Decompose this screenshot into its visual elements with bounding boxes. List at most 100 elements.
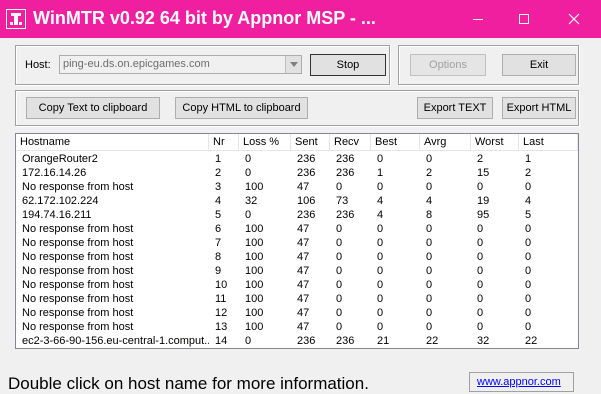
cell-loss: 100	[245, 251, 264, 263]
table-row[interactable]: No response from host 12 100 47 0 0 0 0 …	[16, 306, 578, 320]
column-header-nr[interactable]: Nr	[209, 134, 239, 151]
options-button[interactable]: Options	[410, 54, 486, 76]
cell-worst: 95	[477, 209, 490, 221]
cell-recv: 73	[336, 195, 349, 207]
table-row[interactable]: ec2-3-66-90-156.eu-central-1.comput... 1…	[16, 334, 578, 348]
column-header-hostname[interactable]: Hostname	[16, 134, 209, 151]
column-header-worst[interactable]: Worst	[471, 134, 519, 151]
cell-recv: 0	[336, 223, 343, 235]
cell-avrg: 0	[426, 279, 433, 291]
cell-worst: 0	[477, 279, 484, 291]
table-row[interactable]: 172.16.14.26 2 0 236 236 1 2 15 2	[16, 166, 578, 180]
minimize-button[interactable]	[455, 0, 501, 38]
cell-best: 21	[377, 335, 390, 347]
cell-last: 4	[525, 195, 532, 207]
dropdown-arrow-icon[interactable]	[285, 56, 301, 73]
cell-loss: 0	[245, 167, 252, 179]
copy-html-button[interactable]: Copy HTML to clipboard	[175, 97, 308, 119]
cell-loss: 100	[245, 237, 264, 249]
cell-hostname: No response from host	[22, 265, 134, 277]
column-header-loss[interactable]: Loss %	[239, 134, 291, 151]
cell-hostname: No response from host	[22, 181, 134, 193]
cell-recv: 0	[336, 307, 343, 319]
exit-button[interactable]: Exit	[502, 54, 576, 76]
cell-nr: 2	[215, 167, 222, 179]
cell-last: 1	[525, 153, 532, 165]
table-header: Hostname Nr Loss % Sent Recv Best Avrg W…	[16, 134, 578, 151]
column-header-best[interactable]: Best	[371, 134, 420, 151]
column-header-last[interactable]: Last	[519, 134, 578, 151]
table-row[interactable]: 194.74.16.211 5 0 236 236 4 8 95 5	[16, 208, 578, 222]
window-title: WinMTR v0.92 64 bit by Appnor MSP - ...	[33, 8, 376, 28]
cell-loss: 100	[245, 265, 264, 277]
cell-last: 2	[525, 167, 532, 179]
cell-nr: 14	[215, 335, 228, 347]
cell-last: 0	[525, 265, 532, 277]
table-row[interactable]: No response from host 7 100 47 0 0 0 0 0	[16, 236, 578, 250]
cell-last: 22	[525, 335, 538, 347]
cell-sent: 106	[297, 195, 316, 207]
close-button[interactable]	[547, 0, 601, 38]
results-table[interactable]: Hostname Nr Loss % Sent Recv Best Avrg W…	[15, 133, 579, 349]
column-header-recv[interactable]: Recv	[330, 134, 371, 151]
host-combobox[interactable]: ping-eu.ds.on.epicgames.com	[59, 55, 302, 74]
table-row[interactable]: No response from host 3 100 47 0 0 0 0 0	[16, 180, 578, 194]
cell-hostname: No response from host	[22, 251, 134, 263]
cell-loss: 100	[245, 279, 264, 291]
host-input[interactable]: ping-eu.ds.on.epicgames.com	[63, 58, 210, 70]
cell-recv: 0	[336, 293, 343, 305]
table-row[interactable]: No response from host 10 100 47 0 0 0 0 …	[16, 278, 578, 292]
cell-worst: 0	[477, 265, 484, 277]
table-row[interactable]: No response from host 13 100 47 0 0 0 0 …	[16, 320, 578, 334]
cell-sent: 47	[297, 223, 310, 235]
cell-avrg: 22	[426, 335, 439, 347]
cell-loss: 0	[245, 153, 252, 165]
cell-avrg: 0	[426, 265, 433, 277]
cell-sent: 47	[297, 237, 310, 249]
table-row[interactable]: No response from host 6 100 47 0 0 0 0 0	[16, 222, 578, 236]
cell-hostname: No response from host	[22, 293, 134, 305]
cell-loss: 100	[245, 181, 264, 193]
cell-last: 0	[525, 279, 532, 291]
cell-recv: 236	[336, 153, 355, 165]
column-header-avrg[interactable]: Avrg	[420, 134, 471, 151]
cell-sent: 47	[297, 181, 310, 193]
cell-hostname: OrangeRouter2	[22, 153, 98, 165]
status-text: Double click on host name for more infor…	[8, 374, 369, 393]
appnor-link[interactable]: www.appnor.com	[469, 372, 574, 392]
table-row[interactable]: No response from host 11 100 47 0 0 0 0 …	[16, 292, 578, 306]
table-row[interactable]: No response from host 8 100 47 0 0 0 0 0	[16, 250, 578, 264]
cell-loss: 0	[245, 335, 252, 347]
cell-recv: 236	[336, 209, 355, 221]
cell-recv: 0	[336, 321, 343, 333]
table-row[interactable]: 62.172.102.224 4 32 106 73 4 4 19 4	[16, 194, 578, 208]
copy-text-button[interactable]: Copy Text to clipboard	[26, 97, 160, 119]
cell-best: 0	[377, 237, 384, 249]
export-html-button[interactable]: Export HTML	[502, 97, 576, 119]
cell-sent: 47	[297, 293, 310, 305]
cell-sent: 47	[297, 321, 310, 333]
maximize-button[interactable]	[501, 0, 547, 38]
table-row[interactable]: OrangeRouter2 1 0 236 236 0 0 2 1	[16, 152, 578, 166]
cell-nr: 3	[215, 181, 222, 193]
cell-loss: 0	[245, 209, 252, 221]
cell-best: 0	[377, 181, 384, 193]
cell-best: 0	[377, 223, 384, 235]
column-header-sent[interactable]: Sent	[291, 134, 330, 151]
table-row[interactable]: No response from host 9 100 47 0 0 0 0 0	[16, 264, 578, 278]
cell-nr: 1	[215, 153, 222, 165]
export-text-button[interactable]: Export TEXT	[417, 97, 493, 119]
cell-worst: 0	[477, 251, 484, 263]
cell-last: 0	[525, 223, 532, 235]
stop-button[interactable]: Stop	[310, 54, 386, 76]
cell-avrg: 8	[426, 209, 433, 221]
cell-last: 0	[525, 321, 532, 333]
cell-best: 0	[377, 307, 384, 319]
cell-hostname: No response from host	[22, 237, 134, 249]
cell-best: 4	[377, 209, 384, 221]
cell-best: 0	[377, 153, 384, 165]
title-bar[interactable]: WinMTR v0.92 64 bit by Appnor MSP - ...	[0, 0, 601, 38]
cell-avrg: 0	[426, 293, 433, 305]
cell-worst: 2	[477, 153, 484, 165]
cell-nr: 8	[215, 251, 222, 263]
